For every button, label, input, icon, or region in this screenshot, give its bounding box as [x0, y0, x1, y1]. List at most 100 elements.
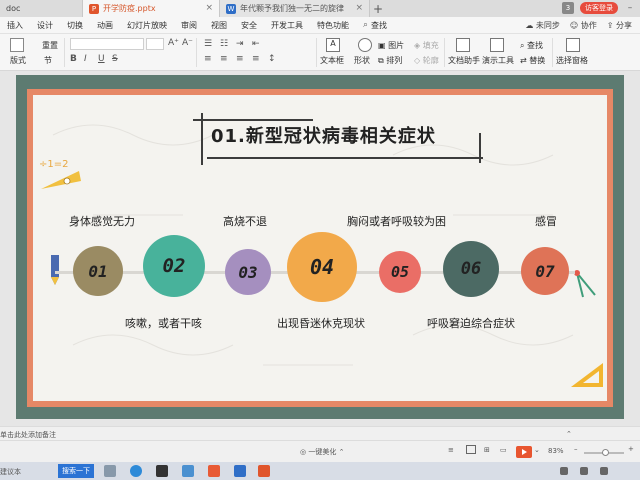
justify-icon[interactable]: ≡ — [252, 54, 260, 64]
deco-formula-text: ÷1=2 — [39, 159, 68, 170]
wps-ppt-icon[interactable] — [258, 465, 270, 477]
wps-writer-icon[interactable] — [234, 465, 246, 477]
strikethrough-button[interactable]: S — [112, 54, 118, 64]
close-icon[interactable]: × — [355, 3, 363, 13]
symptom-circle-07[interactable]: 07 — [521, 247, 569, 295]
menu-insert[interactable]: 插入 — [0, 20, 30, 31]
menu-review[interactable]: 审阅 — [174, 20, 204, 31]
task-view-icon[interactable] — [104, 465, 116, 477]
tab-other-doc[interactable]: W 年代颗予我们独一无二的旋律 × — [220, 0, 370, 17]
shape-button[interactable]: 形状 — [354, 55, 370, 66]
select-pane-button[interactable]: 选择窗格 — [556, 55, 588, 66]
indent-icon[interactable]: ⇥ — [236, 39, 244, 49]
tray-icon[interactable] — [580, 467, 588, 475]
font-size-up-button[interactable]: A⁺ — [168, 38, 179, 48]
doc-helper-icon[interactable] — [456, 38, 470, 52]
outdent-icon[interactable]: ⇤ — [252, 39, 260, 49]
textbox-button[interactable]: 文本框 — [320, 55, 344, 66]
collab-button[interactable]: ☺ 协作 — [570, 20, 597, 31]
zoom-out-button[interactable]: – — [574, 445, 578, 453]
bullet-list-icon[interactable]: ☰ — [204, 39, 212, 49]
menu-animation[interactable]: 动画 — [90, 20, 120, 31]
symptom-circle-06[interactable]: 06 — [443, 241, 499, 297]
present-tools-icon[interactable] — [490, 38, 504, 52]
store-icon[interactable] — [156, 465, 168, 477]
font-size-down-button[interactable]: A⁻ — [182, 38, 193, 48]
arrange-button[interactable]: ⧉ 排列 — [378, 55, 402, 66]
beautify-button[interactable]: ◎ 一键美化 ⌃ — [300, 447, 344, 457]
underline-button[interactable]: U — [98, 54, 105, 64]
play-options-icon[interactable]: ⌄ — [534, 446, 540, 454]
align-right-icon[interactable]: ≡ — [236, 54, 244, 64]
tab-doc[interactable]: doc — [0, 0, 82, 17]
symptom-circle-03[interactable]: 03 — [225, 249, 271, 295]
menu-slideshow[interactable]: 幻灯片放映 — [120, 20, 174, 31]
minimize-icon[interactable]: – — [624, 3, 636, 13]
tab-active-pptx[interactable]: P 开学防疫.pptx × — [82, 0, 220, 17]
align-left-icon[interactable]: ≡ — [204, 54, 212, 64]
zoom-slider-handle[interactable] — [602, 449, 609, 456]
font-size-box[interactable] — [146, 38, 164, 50]
tray-icon[interactable] — [600, 467, 608, 475]
zoom-in-button[interactable]: + — [628, 445, 634, 453]
tray-icon[interactable] — [560, 467, 568, 475]
symptom-circle-04[interactable]: 04 — [287, 232, 357, 302]
page-count-badge[interactable]: 3 — [562, 2, 574, 14]
menu-developer[interactable]: 开发工具 — [264, 20, 310, 31]
zoom-level[interactable]: 83% — [548, 447, 564, 455]
shape-icon[interactable] — [358, 38, 372, 52]
symptom-circle-02[interactable]: 02 — [143, 235, 205, 297]
textbox-icon[interactable]: A — [326, 38, 340, 52]
present-tools-button[interactable]: 演示工具 — [482, 55, 514, 66]
symptom-circle-01[interactable]: 01 — [73, 246, 123, 296]
menu-transition[interactable]: 切换 — [60, 20, 90, 31]
close-icon[interactable]: × — [205, 3, 213, 13]
align-center-icon[interactable]: ≡ — [220, 54, 228, 64]
slide-canvas[interactable]: 01.新型冠状病毒相关症状 ÷1=2 01 02 03 04 05 06 07 … — [16, 75, 624, 419]
normal-view-icon[interactable] — [466, 445, 476, 454]
line-spacing-icon[interactable]: ↕ — [268, 54, 276, 64]
image-button[interactable]: ▣ 图片 — [378, 40, 404, 51]
doc-helper-button[interactable]: 文档助手 — [448, 55, 480, 66]
play-slideshow-button[interactable] — [516, 446, 532, 458]
menu-features[interactable]: 特色功能 — [310, 20, 356, 31]
layout-icon[interactable] — [10, 38, 24, 52]
menu-security[interactable]: 安全 — [234, 20, 264, 31]
menu-design[interactable]: 设计 — [30, 20, 60, 31]
numbered-list-icon[interactable]: ☷ — [220, 39, 228, 49]
login-button[interactable]: 访客登录 — [580, 2, 618, 14]
font-name-box[interactable] — [70, 38, 144, 50]
outline-button[interactable]: ◇ 轮廓 — [414, 55, 439, 66]
italic-button[interactable]: I — [84, 54, 87, 64]
sorter-view-icon[interactable]: ⊞ — [484, 446, 490, 454]
symptom-label-02: 咳嗽，或者干咳 — [125, 317, 202, 330]
tab-bar: doc P 开学防疫.pptx × W 年代颗予我们独一无二的旋律 × + 3 … — [0, 0, 640, 17]
notes-toggle-icon[interactable]: ≡ — [448, 446, 454, 454]
taskbar-left-label[interactable]: 建议本 — [0, 467, 21, 477]
select-pane-icon[interactable] — [566, 38, 580, 52]
sync-status[interactable]: ☁ 未同步 — [525, 20, 560, 31]
symptom-circle-05[interactable]: 05 — [379, 251, 421, 293]
menu-search[interactable]: ⌕ 查找 — [356, 20, 394, 31]
replace-button[interactable]: ⇄ 替换 — [520, 55, 545, 66]
edge-browser-icon[interactable] — [130, 465, 142, 477]
bold-button[interactable]: B — [70, 54, 77, 64]
title-box[interactable]: 01.新型冠状病毒相关症状 — [193, 113, 483, 165]
layout-button[interactable]: 版式 — [10, 55, 26, 66]
collapse-notes-icon[interactable]: ⌃ — [566, 430, 572, 438]
share-button[interactable]: ⇪ 分享 — [607, 20, 632, 31]
notes-bar[interactable]: 单击此处添加备注 ⌃ — [0, 426, 640, 440]
reset-button[interactable]: 重置 — [42, 40, 58, 51]
section-button[interactable]: 节 — [44, 55, 52, 66]
mail-icon[interactable] — [182, 465, 194, 477]
new-tab-button[interactable]: + — [370, 0, 386, 17]
fill-button[interactable]: ◈ 填充 — [414, 40, 439, 51]
find-button[interactable]: ⌕ 查找 — [520, 40, 543, 51]
taskbar-search-button[interactable]: 搜索一下 — [58, 464, 94, 478]
toolbar-separator — [552, 38, 553, 67]
app-icon[interactable] — [208, 465, 220, 477]
menu-view[interactable]: 视图 — [204, 20, 234, 31]
title-line-right — [479, 133, 481, 163]
notes-placeholder[interactable]: 单击此处添加备注 — [0, 430, 56, 440]
reading-view-icon[interactable]: ▭ — [500, 446, 507, 454]
